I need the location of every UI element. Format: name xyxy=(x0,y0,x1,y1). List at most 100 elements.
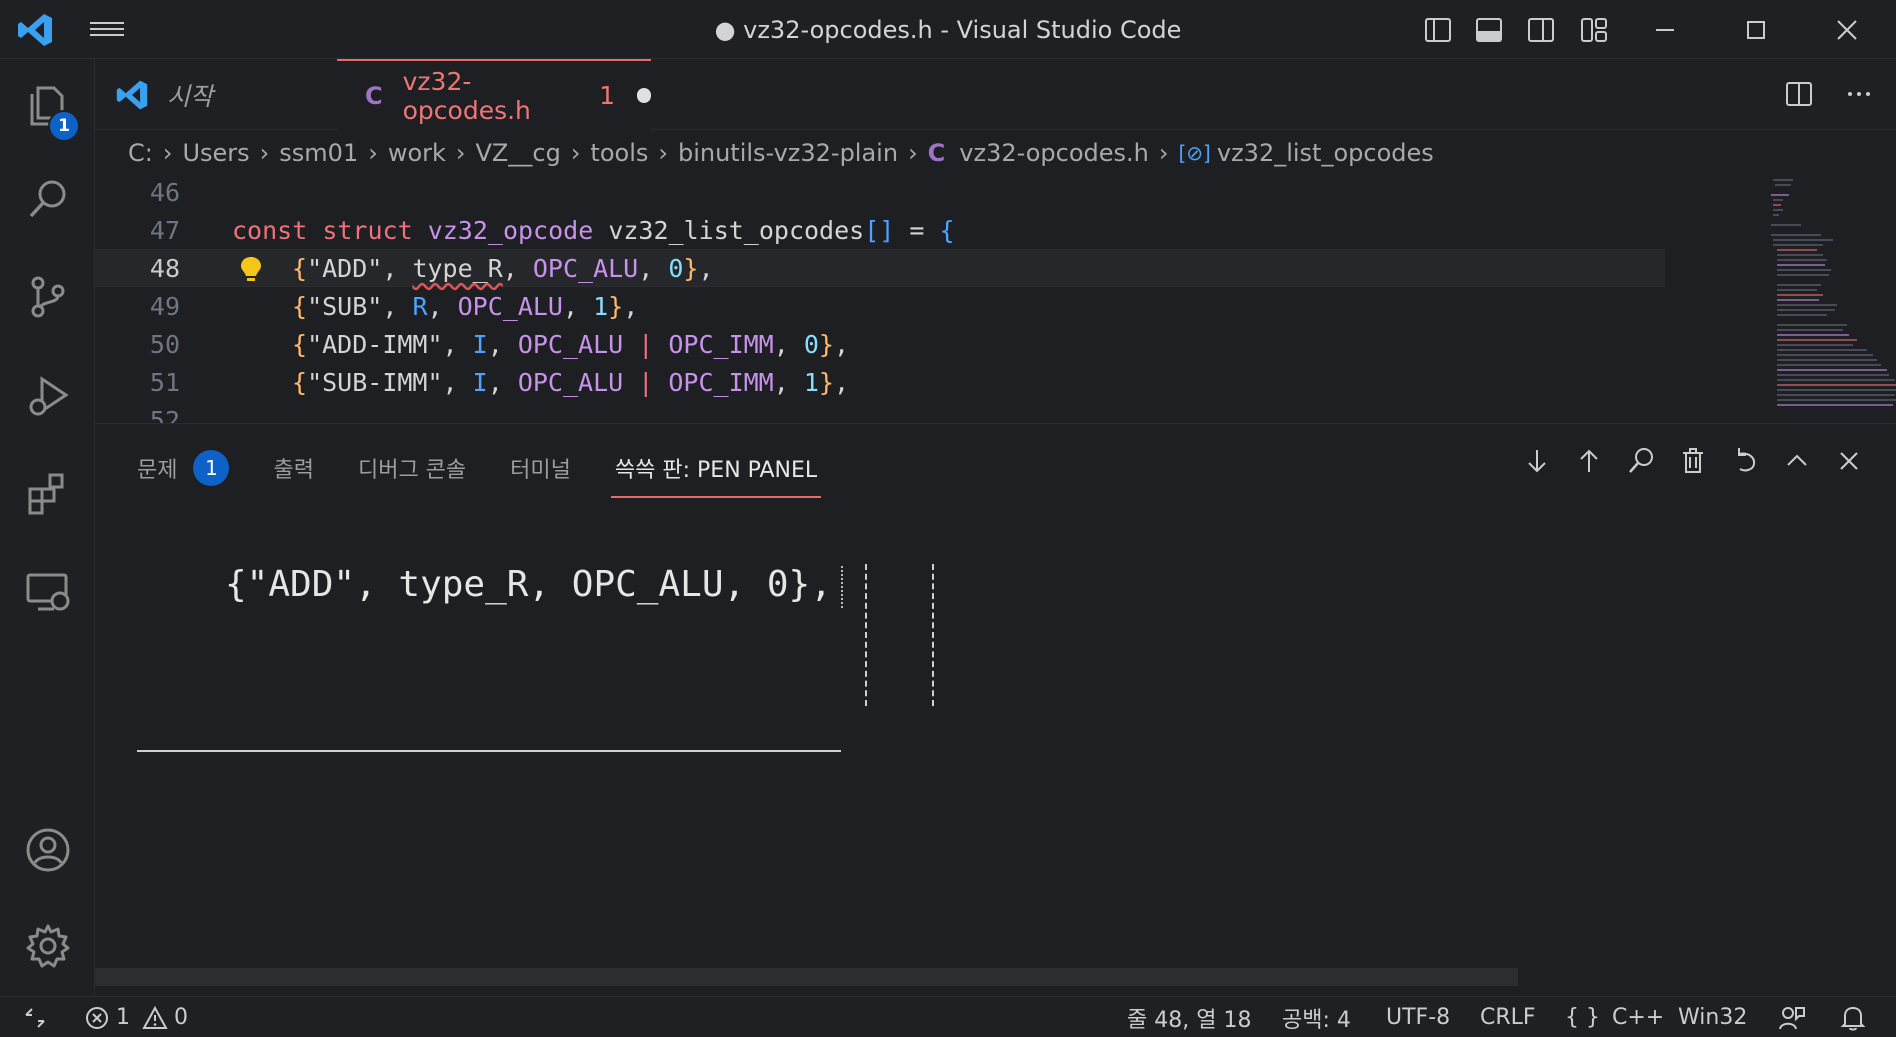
indentation[interactable]: 공백: 4 xyxy=(1282,997,1351,1037)
warning-count: 0 xyxy=(174,1005,188,1030)
trash-icon[interactable] xyxy=(1676,444,1710,478)
minimap[interactable] xyxy=(1767,175,1896,423)
problems-status[interactable]: 1 0 xyxy=(84,997,188,1037)
tab-problems[interactable]: 문제 1 xyxy=(137,438,230,498)
breadcrumb: C: › Users › ssm01 › work › VZ__cg › tools › b… xyxy=(128,137,1434,169)
minimap-line xyxy=(1777,344,1853,346)
problems-count-badge: 1 xyxy=(193,450,230,486)
minimap-line xyxy=(1777,379,1895,381)
language-mode[interactable]: { } C++ xyxy=(1565,997,1664,1037)
tab-welcome[interactable]: 시작 xyxy=(95,59,335,130)
minimize-icon[interactable] xyxy=(1647,12,1683,48)
arrow-up-icon[interactable] xyxy=(1572,444,1606,478)
breadcrumb-item[interactable]: VZ__cg xyxy=(476,139,561,167)
line-number: 48 xyxy=(149,253,180,283)
extensions-icon[interactable] xyxy=(0,448,95,538)
chevron-right-icon: › xyxy=(1158,139,1169,167)
cursor-position[interactable]: 줄 48, 열 18 xyxy=(1127,997,1251,1037)
settings-gear-icon[interactable] xyxy=(0,901,95,991)
code-text: const struct vz32_opcode vz32_list_opcod… xyxy=(232,215,955,245)
panel-tabs: 문제 1 출력 디버그 콘솔 터미널 쓱쓱 판: PEN PANEL xyxy=(137,438,861,498)
code-text: {"ADD-IMM", I, OPC_ALU | OPC_IMM, 0}, xyxy=(292,329,850,359)
code-line: 50 {"ADD-IMM", I, OPC_ALU | OPC_IMM, 0}, xyxy=(95,325,1665,363)
minimap-line xyxy=(1777,339,1857,341)
source-control-icon[interactable] xyxy=(0,252,95,342)
pen-panel-text[interactable]: {"ADD", type_R, OPC_ALU, 0}, xyxy=(225,564,832,605)
status-bar: 1 0 줄 48, 열 18 공백: 4 UTF-8 CRLF { } C++ … xyxy=(0,996,1896,1037)
minimap-line xyxy=(1771,224,1801,226)
minimap-line xyxy=(1777,399,1896,401)
guide-line xyxy=(865,564,867,706)
notifications-bell-icon[interactable] xyxy=(1839,997,1867,1037)
line-number: 46 xyxy=(149,177,180,207)
minimap-line xyxy=(1773,199,1783,201)
more-actions-icon[interactable] xyxy=(1842,77,1876,111)
customize-layout-icon[interactable] xyxy=(1576,12,1612,48)
horizontal-scrollbar[interactable] xyxy=(95,968,1518,986)
minimap-line xyxy=(1777,334,1849,336)
maximize-icon[interactable] xyxy=(1738,12,1774,48)
tab-terminal[interactable]: 터미널 xyxy=(510,438,571,498)
platform[interactable]: Win32 xyxy=(1678,997,1747,1037)
feedback-icon[interactable] xyxy=(1778,997,1806,1037)
breadcrumb-item[interactable]: Users xyxy=(182,139,249,167)
bottom-panel: 문제 1 출력 디버그 콘솔 터미널 쓱쓱 판: PEN PANEL {"ADD… xyxy=(95,423,1896,996)
tab-vz32-opcodes[interactable]: C vz32-opcodes.h 1 xyxy=(337,59,651,130)
close-panel-icon[interactable] xyxy=(1832,444,1866,478)
code-line: 46 xyxy=(95,175,1665,211)
split-editor-icon[interactable] xyxy=(1782,77,1816,111)
lightbulb-icon[interactable] xyxy=(237,254,265,284)
chevron-right-icon: › xyxy=(455,139,466,167)
breadcrumb-item[interactable]: binutils-vz32-plain xyxy=(678,139,898,167)
c-file-icon: C xyxy=(365,81,383,110)
minimap-line xyxy=(1777,359,1877,361)
minimap-line xyxy=(1773,204,1781,206)
tab-output[interactable]: 출력 xyxy=(273,438,313,498)
encoding[interactable]: UTF-8 xyxy=(1386,997,1450,1037)
toggle-primary-sidebar-icon[interactable] xyxy=(1420,12,1456,48)
remote-explorer-icon[interactable] xyxy=(0,546,95,636)
chevron-right-icon: › xyxy=(908,139,918,167)
breadcrumb-item[interactable]: ssm01 xyxy=(279,139,358,167)
tab-debug-console[interactable]: 디버그 콘솔 xyxy=(358,438,466,498)
chevron-up-icon[interactable] xyxy=(1780,444,1814,478)
unsaved-dot-icon[interactable] xyxy=(636,88,651,103)
minimap-line xyxy=(1777,299,1819,301)
minimap-line xyxy=(1777,329,1843,331)
end-of-line[interactable]: CRLF xyxy=(1480,997,1536,1037)
code-editor[interactable]: 46 47 const struct vz32_opcode vz32_list… xyxy=(95,175,1896,423)
tab-label: 시작 xyxy=(167,81,214,111)
menu-icon[interactable] xyxy=(90,18,124,42)
tab-pen-panel[interactable]: 쓱쓱 판: PEN PANEL xyxy=(610,438,822,498)
toggle-secondary-sidebar-icon[interactable] xyxy=(1523,12,1559,48)
accounts-icon[interactable] xyxy=(0,805,95,895)
guide-line xyxy=(932,564,934,706)
braces-icon: { } xyxy=(1565,1005,1600,1030)
run-debug-icon[interactable] xyxy=(0,350,95,440)
minimap-line xyxy=(1777,259,1827,261)
code-line: 47 const struct vz32_opcode vz32_list_op… xyxy=(95,211,1665,249)
arrow-down-icon[interactable] xyxy=(1520,444,1554,478)
minimap-line xyxy=(1777,269,1831,271)
close-icon[interactable] xyxy=(1829,12,1865,48)
minimap-line xyxy=(1777,309,1835,311)
line-number: 52 xyxy=(149,405,180,424)
minimap-line xyxy=(1773,209,1783,211)
undo-icon[interactable] xyxy=(1728,444,1762,478)
explorer-icon[interactable]: 1 xyxy=(0,59,95,149)
minimap-line xyxy=(1777,384,1896,386)
breadcrumb-file[interactable]: vz32-opcodes.h xyxy=(959,139,1149,167)
chevron-right-icon: › xyxy=(368,139,378,167)
remote-indicator-icon[interactable] xyxy=(22,997,48,1037)
breadcrumb-item[interactable]: work xyxy=(388,139,446,167)
minimap-line xyxy=(1777,254,1823,256)
minimap-line xyxy=(1777,284,1821,286)
toggle-panel-icon[interactable] xyxy=(1471,12,1507,48)
search-icon[interactable] xyxy=(0,154,95,244)
search-icon[interactable] xyxy=(1624,444,1658,478)
minimap-line xyxy=(1777,404,1893,406)
breadcrumb-item[interactable]: C: xyxy=(128,139,153,167)
breadcrumb-item[interactable]: tools xyxy=(590,139,648,167)
breadcrumb-symbol[interactable]: vz32_list_opcodes xyxy=(1217,139,1434,167)
code-line: 52 xyxy=(95,401,1665,424)
